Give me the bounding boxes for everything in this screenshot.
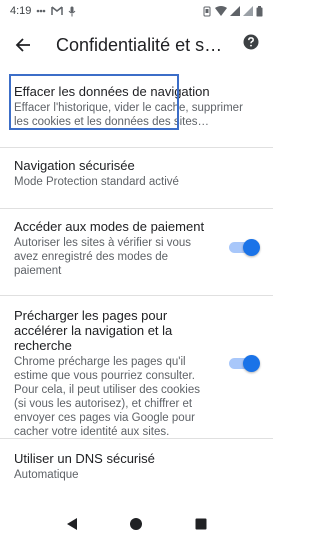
item-summary: Autoriser les sites à vérifier si vous a… xyxy=(14,237,192,277)
notification-dots-icon xyxy=(36,6,46,16)
item-summary: Chrome précharge les pages qu'il estime … xyxy=(14,356,201,438)
nav-home-button[interactable] xyxy=(129,517,143,536)
status-bar: 4:19 xyxy=(0,0,273,22)
payment-methods-item[interactable]: Accéder aux modes de paiement Autoriser … xyxy=(0,209,273,295)
back-button[interactable] xyxy=(12,34,34,56)
circle-home-icon xyxy=(130,517,143,530)
safe-browsing-item[interactable]: Navigation sécurisée Mode Protection sta… xyxy=(0,148,273,208)
help-button[interactable] xyxy=(243,34,259,55)
toggle-thumb xyxy=(243,239,260,256)
page-title: Confidentialité et s… xyxy=(56,34,223,55)
preload-pages-toggle[interactable] xyxy=(227,355,260,372)
settings-list: Effacer les données de navigation Efface… xyxy=(0,68,273,499)
secure-dns-item[interactable]: Utiliser un DNS sécurisé Automatique xyxy=(0,439,273,499)
wifi-icon xyxy=(215,6,227,16)
item-title: Accéder aux modes de paiement xyxy=(14,219,205,234)
item-summary: Effacer l'historique, vider le cache, su… xyxy=(14,102,243,128)
clear-browsing-data-item[interactable]: Effacer les données de navigation Efface… xyxy=(0,68,273,147)
toolbar: Confidentialité et s… xyxy=(0,22,273,68)
payment-methods-toggle[interactable] xyxy=(227,239,260,256)
signal-icon-2 xyxy=(243,6,253,16)
toggle-thumb xyxy=(243,355,260,372)
square-recents-icon xyxy=(195,518,207,530)
signal-icon xyxy=(230,6,240,16)
nav-recents-button[interactable] xyxy=(195,517,207,535)
item-title: Navigation sécurisée xyxy=(14,158,135,173)
system-nav-bar xyxy=(0,506,273,546)
triangle-back-icon xyxy=(66,517,77,530)
preload-pages-item[interactable]: Précharger les pages pour accélérer la n… xyxy=(0,296,273,438)
vibrate-icon xyxy=(202,6,212,17)
item-title: Effacer les données de navigation xyxy=(14,84,210,99)
item-summary: Mode Protection standard activé xyxy=(14,176,179,188)
item-summary: Automatique xyxy=(14,469,79,481)
microphone-icon xyxy=(68,6,76,17)
status-time: 4:19 xyxy=(10,5,32,17)
arrow-back-icon xyxy=(15,38,30,52)
gmail-icon xyxy=(51,6,64,16)
nav-back-button[interactable] xyxy=(66,517,78,536)
battery-icon xyxy=(256,5,263,17)
item-title: Utiliser un DNS sécurisé xyxy=(14,451,155,466)
help-icon xyxy=(243,34,259,50)
item-title: Précharger les pages pour accélérer la n… xyxy=(14,308,173,353)
